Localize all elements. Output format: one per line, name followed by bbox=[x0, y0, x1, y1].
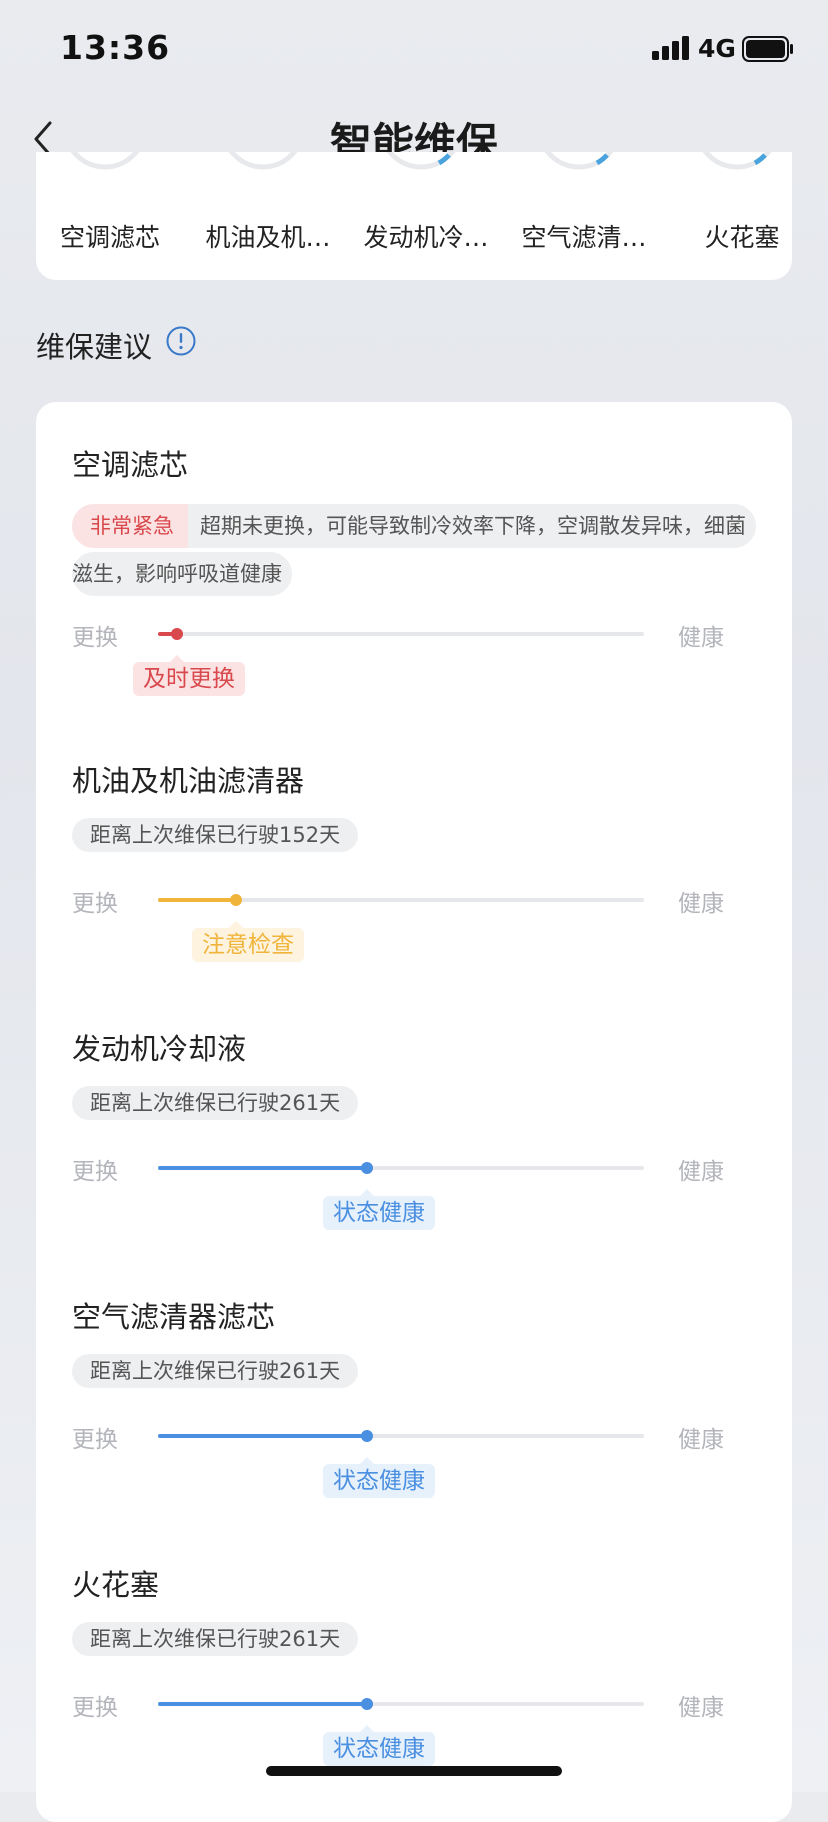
clock: 13:36 bbox=[60, 28, 171, 67]
progress-ring-icon bbox=[544, 152, 614, 170]
scale-left-label: 更换 bbox=[72, 1695, 118, 1721]
item-name: 发动机冷却液 bbox=[72, 1032, 247, 1066]
health-marker bbox=[230, 894, 242, 906]
health-fill bbox=[158, 898, 236, 902]
top-item-label: 发动机冷… bbox=[363, 223, 489, 252]
progress-ring-icon bbox=[228, 152, 298, 170]
scale-right-label: 健康 bbox=[678, 1695, 724, 1721]
scale-left-label: 更换 bbox=[72, 625, 118, 651]
health-track bbox=[158, 1162, 644, 1174]
network-type: 4G bbox=[698, 34, 736, 63]
scale-right-label: 健康 bbox=[678, 1427, 724, 1453]
progress-ring-icon bbox=[702, 152, 772, 170]
scale-right-label: 健康 bbox=[678, 1159, 724, 1185]
health-track bbox=[158, 894, 644, 906]
item-description: 距离上次维保已行驶261天 bbox=[72, 1354, 359, 1388]
scale-right-label: 健康 bbox=[678, 625, 724, 651]
signal-icon bbox=[652, 36, 689, 60]
item-description: 距离上次维保已行驶261天 bbox=[72, 1086, 359, 1120]
maintenance-items-scroller[interactable]: 空调滤芯 机油及机… 发动机冷… 空气滤清… 火花塞 bbox=[36, 152, 792, 280]
scale-left-label: 更换 bbox=[72, 1427, 118, 1453]
info-icon[interactable] bbox=[166, 326, 196, 356]
item-description: 距离上次维保已行驶261天 bbox=[72, 1622, 359, 1656]
item-name: 空调滤芯 bbox=[72, 448, 189, 482]
scale-left-label: 更换 bbox=[72, 1159, 118, 1185]
status-badge: 状态健康 bbox=[323, 1457, 435, 1498]
scale-left-label: 更换 bbox=[72, 891, 118, 917]
battery-icon bbox=[742, 36, 793, 62]
status-badge: 状态健康 bbox=[323, 1725, 435, 1766]
scale-right-label: 健康 bbox=[678, 891, 724, 917]
health-marker bbox=[361, 1162, 373, 1174]
urgency-tag: 非常紧急 bbox=[72, 504, 188, 548]
top-item-label: 机油及机… bbox=[205, 223, 331, 252]
health-marker bbox=[171, 628, 183, 640]
home-indicator[interactable] bbox=[266, 1766, 562, 1776]
status-bar: 13:36 4G bbox=[0, 0, 828, 100]
top-item-ac-filter[interactable]: 空调滤芯 bbox=[40, 152, 180, 280]
item-description: 距离上次维保已行驶152天 bbox=[72, 818, 359, 852]
health-marker bbox=[361, 1698, 373, 1710]
health-fill bbox=[158, 1702, 367, 1706]
progress-ring-icon bbox=[70, 152, 140, 170]
top-item-label: 空气滤清… bbox=[521, 223, 647, 252]
health-fill bbox=[158, 1434, 367, 1438]
status-badge: 及时更换 bbox=[133, 655, 245, 696]
health-fill bbox=[158, 1166, 367, 1170]
top-item-air-filter[interactable]: 空气滤清… bbox=[514, 152, 654, 280]
status-badge: 状态健康 bbox=[323, 1189, 435, 1230]
item-name: 火花塞 bbox=[72, 1568, 160, 1602]
health-track bbox=[158, 1698, 644, 1710]
top-item-engine-oil[interactable]: 机油及机… bbox=[198, 152, 338, 280]
health-track bbox=[158, 1430, 644, 1442]
health-track bbox=[158, 628, 644, 640]
health-marker bbox=[361, 1430, 373, 1442]
item-description: 非常紧急 超期未更换，可能导致制冷效率下降，空调散发异味，细菌滋生，影响呼吸道健康 bbox=[72, 502, 756, 598]
section-title: 维保建议 bbox=[36, 330, 153, 364]
top-item-label: 火花塞 bbox=[704, 223, 780, 252]
maintenance-suggestions-card: 空调滤芯 非常紧急 超期未更换，可能导致制冷效率下降，空调散发异味，细菌滋生，影响… bbox=[36, 402, 792, 1822]
top-item-label: 空调滤芯 bbox=[59, 223, 160, 252]
status-badge: 注意检查 bbox=[192, 921, 304, 962]
top-item-coolant[interactable]: 发动机冷… bbox=[356, 152, 496, 280]
item-name: 机油及机油滤清器 bbox=[72, 764, 305, 798]
item-name: 空气滤清器滤芯 bbox=[72, 1300, 276, 1334]
progress-ring-icon bbox=[386, 152, 456, 170]
top-item-spark-plug[interactable]: 火花塞 bbox=[672, 152, 792, 280]
